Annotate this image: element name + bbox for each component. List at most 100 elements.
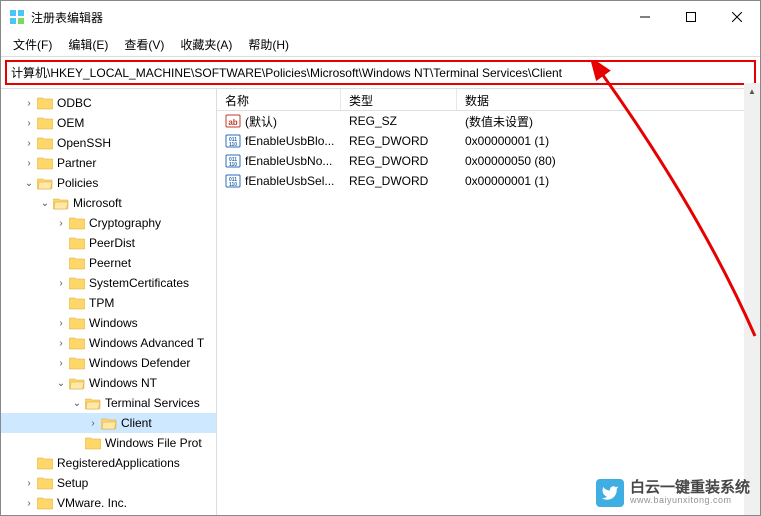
tree-item[interactable]: RegisteredApplications (1, 453, 216, 473)
column-name[interactable]: 名称 (217, 89, 341, 110)
tree-item[interactable]: Windows File Prot (1, 433, 216, 453)
cell-type: REG_DWORD (341, 174, 457, 188)
tree-item[interactable]: › ODBC (1, 93, 216, 113)
tree-item[interactable]: ⌄ Terminal Services (1, 393, 216, 413)
svg-text:ab: ab (228, 118, 237, 127)
tree-item[interactable]: ⌄Microsoft (1, 193, 216, 213)
value-name: fEnableUsbSel... (245, 174, 334, 188)
chevron-right-icon[interactable]: › (21, 478, 37, 489)
folder-icon (69, 236, 85, 250)
tree-item[interactable]: ⌄Windows NT (1, 373, 216, 393)
tree-item[interactable]: ›Partner (1, 153, 216, 173)
content-area: › ODBC › OEM ›OpenSSH›Partner ⌄ Policies ⌄Micro… (1, 88, 760, 515)
tree-item-label: RegisteredApplications (57, 456, 180, 470)
tree-item[interactable]: › Windows Defender (1, 353, 216, 373)
tree-item[interactable]: ›VMware. Inc. (1, 493, 216, 513)
cell-data: 0x00000001 (1) (457, 134, 760, 148)
chevron-down-icon[interactable]: ⌄ (53, 378, 69, 389)
tree-item-label: Windows File Prot (105, 436, 202, 450)
column-data[interactable]: 数据 (457, 89, 760, 110)
cell-type: REG_DWORD (341, 134, 457, 148)
chevron-right-icon[interactable]: › (85, 418, 101, 429)
folder-icon (85, 436, 101, 450)
tree-item-label: Terminal Services (105, 396, 200, 410)
chevron-down-icon[interactable]: ⌄ (69, 398, 85, 409)
string-value-icon: ab (225, 113, 241, 129)
svg-text:110: 110 (229, 162, 237, 168)
list-panel[interactable]: 名称 类型 数据 ab(默认)REG_SZ(数值未设置)011110fEnabl… (217, 89, 760, 515)
tree-item-label: Windows (89, 316, 138, 330)
menu-favorites[interactable]: 收藏夹(A) (172, 34, 240, 55)
app-icon (9, 9, 25, 25)
scroll-up-icon[interactable]: ▲ (744, 83, 760, 99)
chevron-right-icon[interactable]: › (21, 118, 37, 129)
chevron-right-icon[interactable]: › (21, 98, 37, 109)
tree-item-label: ODBC (57, 96, 92, 110)
tree-item[interactable]: ›SystemCertificates (1, 273, 216, 293)
folder-icon (37, 116, 53, 130)
tree-item-label: PeerDist (89, 236, 135, 250)
registry-tree: › ODBC › OEM ›OpenSSH›Partner ⌄ Policies ⌄Micro… (1, 93, 216, 513)
cell-data: 0x00000001 (1) (457, 174, 760, 188)
titlebar[interactable]: 注册表编辑器 (1, 1, 760, 33)
dword-value-icon: 011110 (225, 173, 241, 189)
cell-name: 011110fEnableUsbBlo... (217, 133, 341, 149)
chevron-right-icon[interactable]: › (53, 358, 69, 369)
tree-item-label: OEM (57, 116, 84, 130)
tree-item-label: Client (121, 416, 152, 430)
chevron-right-icon[interactable]: › (21, 138, 37, 149)
menu-edit[interactable]: 编辑(E) (60, 34, 116, 55)
chevron-right-icon[interactable]: › (53, 338, 69, 349)
cell-type: REG_DWORD (341, 154, 457, 168)
tree-item[interactable]: ›OpenSSH (1, 133, 216, 153)
tree-item[interactable]: › Windows (1, 313, 216, 333)
tree-item[interactable]: ›Cryptography (1, 213, 216, 233)
folder-icon (37, 476, 53, 490)
tree-item[interactable]: PeerDist (1, 233, 216, 253)
tree-item[interactable]: › OEM (1, 113, 216, 133)
chevron-right-icon[interactable]: › (53, 318, 69, 329)
tree-item[interactable]: ›Windows Advanced T (1, 333, 216, 353)
folder-icon (37, 496, 53, 510)
tree-panel[interactable]: › ODBC › OEM ›OpenSSH›Partner ⌄ Policies ⌄Micro… (1, 89, 217, 515)
list-row[interactable]: 011110fEnableUsbNo...REG_DWORD0x00000050… (217, 151, 760, 171)
dword-value-icon: 011110 (225, 133, 241, 149)
chevron-down-icon[interactable]: ⌄ (37, 198, 53, 209)
vertical-scrollbar[interactable]: ▲ (744, 83, 760, 515)
folder-icon (69, 356, 85, 370)
tree-item[interactable]: › Client (1, 413, 216, 433)
menu-view[interactable]: 查看(V) (116, 34, 172, 55)
svg-text:110: 110 (229, 182, 237, 188)
list-row[interactable]: 011110 fEnableUsbSel... REG_DWORD0x0000000… (217, 171, 760, 191)
cell-data: 0x00000050 (80) (457, 154, 760, 168)
tree-item[interactable]: ⌄ Policies (1, 173, 216, 193)
menu-help[interactable]: 帮助(H) (240, 34, 297, 55)
address-bar[interactable]: 计算机\HKEY_LOCAL_MACHINE\SOFTWARE\Policies… (5, 60, 756, 85)
tree-item[interactable]: › Setup (1, 473, 216, 493)
value-name: fEnableUsbNo... (245, 154, 332, 168)
folder-icon (37, 96, 53, 110)
folder-icon (69, 336, 85, 350)
folder-icon (101, 416, 117, 430)
chevron-right-icon[interactable]: › (53, 218, 69, 229)
tree-item-label: Policies (57, 176, 98, 190)
chevron-right-icon[interactable]: › (53, 278, 69, 289)
folder-icon (69, 276, 85, 290)
menu-file[interactable]: 文件(F) (5, 34, 60, 55)
maximize-button[interactable] (668, 1, 714, 33)
tree-item-label: Peernet (89, 256, 131, 270)
column-type[interactable]: 类型 (341, 89, 457, 110)
list-row[interactable]: ab(默认)REG_SZ(数值未设置) (217, 111, 760, 131)
window-title: 注册表编辑器 (31, 9, 622, 26)
chevron-right-icon[interactable]: › (21, 158, 37, 169)
tree-item-label: Windows Defender (89, 356, 190, 370)
chevron-down-icon[interactable]: ⌄ (21, 178, 37, 189)
close-button[interactable] (714, 1, 760, 33)
tree-item-label: Setup (57, 476, 88, 490)
tree-item[interactable]: TPM (1, 293, 216, 313)
chevron-right-icon[interactable]: › (21, 498, 37, 509)
minimize-button[interactable] (622, 1, 668, 33)
list-row[interactable]: 011110fEnableUsbBlo...REG_DWORD0x0000000… (217, 131, 760, 151)
tree-item-label: TPM (89, 296, 114, 310)
tree-item[interactable]: Peernet (1, 253, 216, 273)
